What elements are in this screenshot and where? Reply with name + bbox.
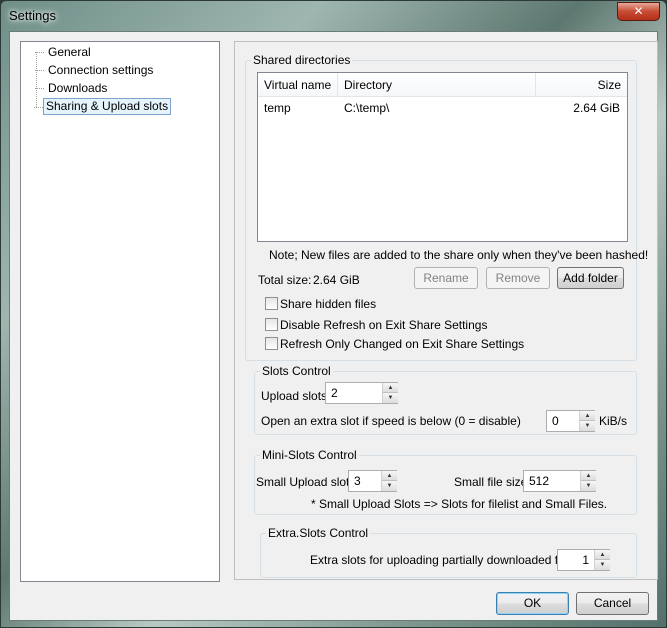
mini-slots-control-group: Mini-Slots Control Small Upload slots 3 … [254, 448, 637, 515]
extra-slots-control-group: Extra.Slots Control Extra slots for uplo… [260, 526, 637, 578]
dialog-client-area: General Connection settings Downloads Sh… [9, 31, 658, 621]
spin-down-icon[interactable]: ▼ [595, 560, 610, 570]
tree-item-downloads[interactable]: Downloads [34, 80, 110, 97]
column-header-virtual-name[interactable]: Virtual name [258, 73, 338, 97]
column-header-directory[interactable]: Directory [338, 73, 536, 97]
total-size-value: 2.64 GiB [313, 273, 360, 287]
add-folder-button[interactable]: Add folder [557, 267, 624, 289]
spinner-arrows: ▲ ▼ [382, 383, 398, 403]
tree-item-label: Sharing & Upload slots [46, 99, 169, 113]
disable-refresh-checkbox[interactable] [265, 318, 278, 331]
table-row[interactable]: temp C:\temp\ 2.64 GiB [258, 99, 627, 117]
tree-item-sharing-upload-slots[interactable]: Sharing & Upload slots [33, 98, 172, 115]
extra-slots-label: Extra slots for uploading partially down… [310, 553, 577, 567]
window-title: Settings [9, 8, 56, 23]
group-title: Mini-Slots Control [260, 448, 359, 462]
spin-down-icon[interactable]: ▼ [382, 481, 397, 491]
refresh-changed-checkbox[interactable] [265, 337, 278, 350]
extra-slot-speed-spinner[interactable]: 0 ▲ ▼ [546, 410, 595, 432]
cell-directory: C:\temp\ [344, 101, 390, 115]
spin-up-icon[interactable]: ▲ [595, 550, 610, 560]
cell-size: 2.64 GiB [573, 101, 620, 115]
tree-item-label: Downloads [48, 81, 108, 95]
share-hidden-label: Share hidden files [280, 297, 377, 311]
spin-up-icon[interactable]: ▲ [383, 383, 398, 393]
share-note: Note; New files are added to the share o… [269, 248, 649, 262]
cell-virtual-name: temp [264, 101, 291, 115]
spin-up-icon[interactable]: ▲ [382, 471, 397, 481]
spinner-arrows: ▲ ▼ [594, 550, 610, 570]
extra-slots-value: 1 [582, 553, 589, 567]
cancel-button[interactable]: Cancel [576, 592, 649, 615]
small-file-size-value: 512 [529, 474, 550, 488]
small-upload-slots-spinner[interactable]: 3 ▲ ▼ [348, 470, 397, 492]
spin-down-icon[interactable]: ▼ [581, 481, 596, 491]
extra-slot-speed-unit: KiB/s [599, 414, 628, 428]
tree-item-connection-settings[interactable]: Connection settings [34, 62, 156, 79]
spin-up-icon[interactable]: ▲ [580, 411, 595, 421]
disable-refresh-label: Disable Refresh on Exit Share Settings [280, 318, 488, 332]
small-file-size-spinner[interactable]: 512 ▲ ▼ [523, 470, 596, 492]
spinner-arrows: ▲ ▼ [580, 471, 596, 491]
group-title: Extra.Slots Control [266, 526, 371, 540]
group-title: Slots Control [260, 364, 333, 378]
settings-window: Settings ✕ General Connection settings D… [0, 0, 667, 628]
upload-slots-spinner[interactable]: 2 ▲ ▼ [325, 382, 398, 404]
ok-button[interactable]: OK [496, 592, 569, 615]
refresh-changed-label: Refresh Only Changed on Exit Share Setti… [280, 337, 525, 351]
rename-button[interactable]: Rename [414, 267, 478, 289]
upload-slots-label: Upload slots [261, 389, 328, 403]
settings-tree[interactable]: General Connection settings Downloads Sh… [20, 41, 220, 582]
list-header: Virtual name Directory Size [258, 73, 627, 97]
tree-item-general[interactable]: General [35, 44, 94, 61]
total-size-label: Total size: [258, 273, 312, 287]
spinner-arrows: ▲ ▼ [579, 411, 595, 431]
small-file-size-label: Small file size [454, 475, 528, 489]
spin-down-icon[interactable]: ▼ [383, 393, 398, 403]
small-upload-slots-value: 3 [354, 474, 361, 488]
remove-button[interactable]: Remove [486, 267, 550, 289]
settings-page-panel: Shared directories Virtual name Director… [234, 41, 658, 580]
tree-connector [36, 52, 37, 107]
shared-directories-list[interactable]: Virtual name Directory Size temp C:\temp… [257, 72, 628, 242]
column-header-size[interactable]: Size [536, 73, 627, 97]
mini-slots-note: * Small Upload Slots => Slots for fileli… [311, 497, 608, 511]
tree-item-label: Connection settings [48, 63, 154, 77]
spin-up-icon[interactable]: ▲ [581, 471, 596, 481]
upload-slots-value: 2 [331, 386, 338, 400]
extra-slot-speed-value: 0 [552, 414, 559, 428]
close-button[interactable]: ✕ [617, 2, 660, 21]
shared-directories-group: Shared directories Virtual name Director… [245, 53, 648, 361]
small-upload-slots-label: Small Upload slots [256, 475, 356, 489]
share-hidden-checkbox[interactable] [265, 297, 278, 310]
spinner-arrows: ▲ ▼ [381, 471, 397, 491]
extra-slot-speed-label: Open an extra slot if speed is below (0 … [261, 414, 521, 428]
title-bar[interactable]: Settings ✕ [1, 1, 666, 31]
slots-control-group: Slots Control Upload slots 2 ▲ ▼ Open an… [254, 364, 637, 435]
extra-slots-spinner[interactable]: 1 ▲ ▼ [557, 549, 610, 571]
group-title: Shared directories [251, 53, 353, 67]
spin-down-icon[interactable]: ▼ [580, 421, 595, 431]
tree-item-label: General [48, 45, 91, 59]
